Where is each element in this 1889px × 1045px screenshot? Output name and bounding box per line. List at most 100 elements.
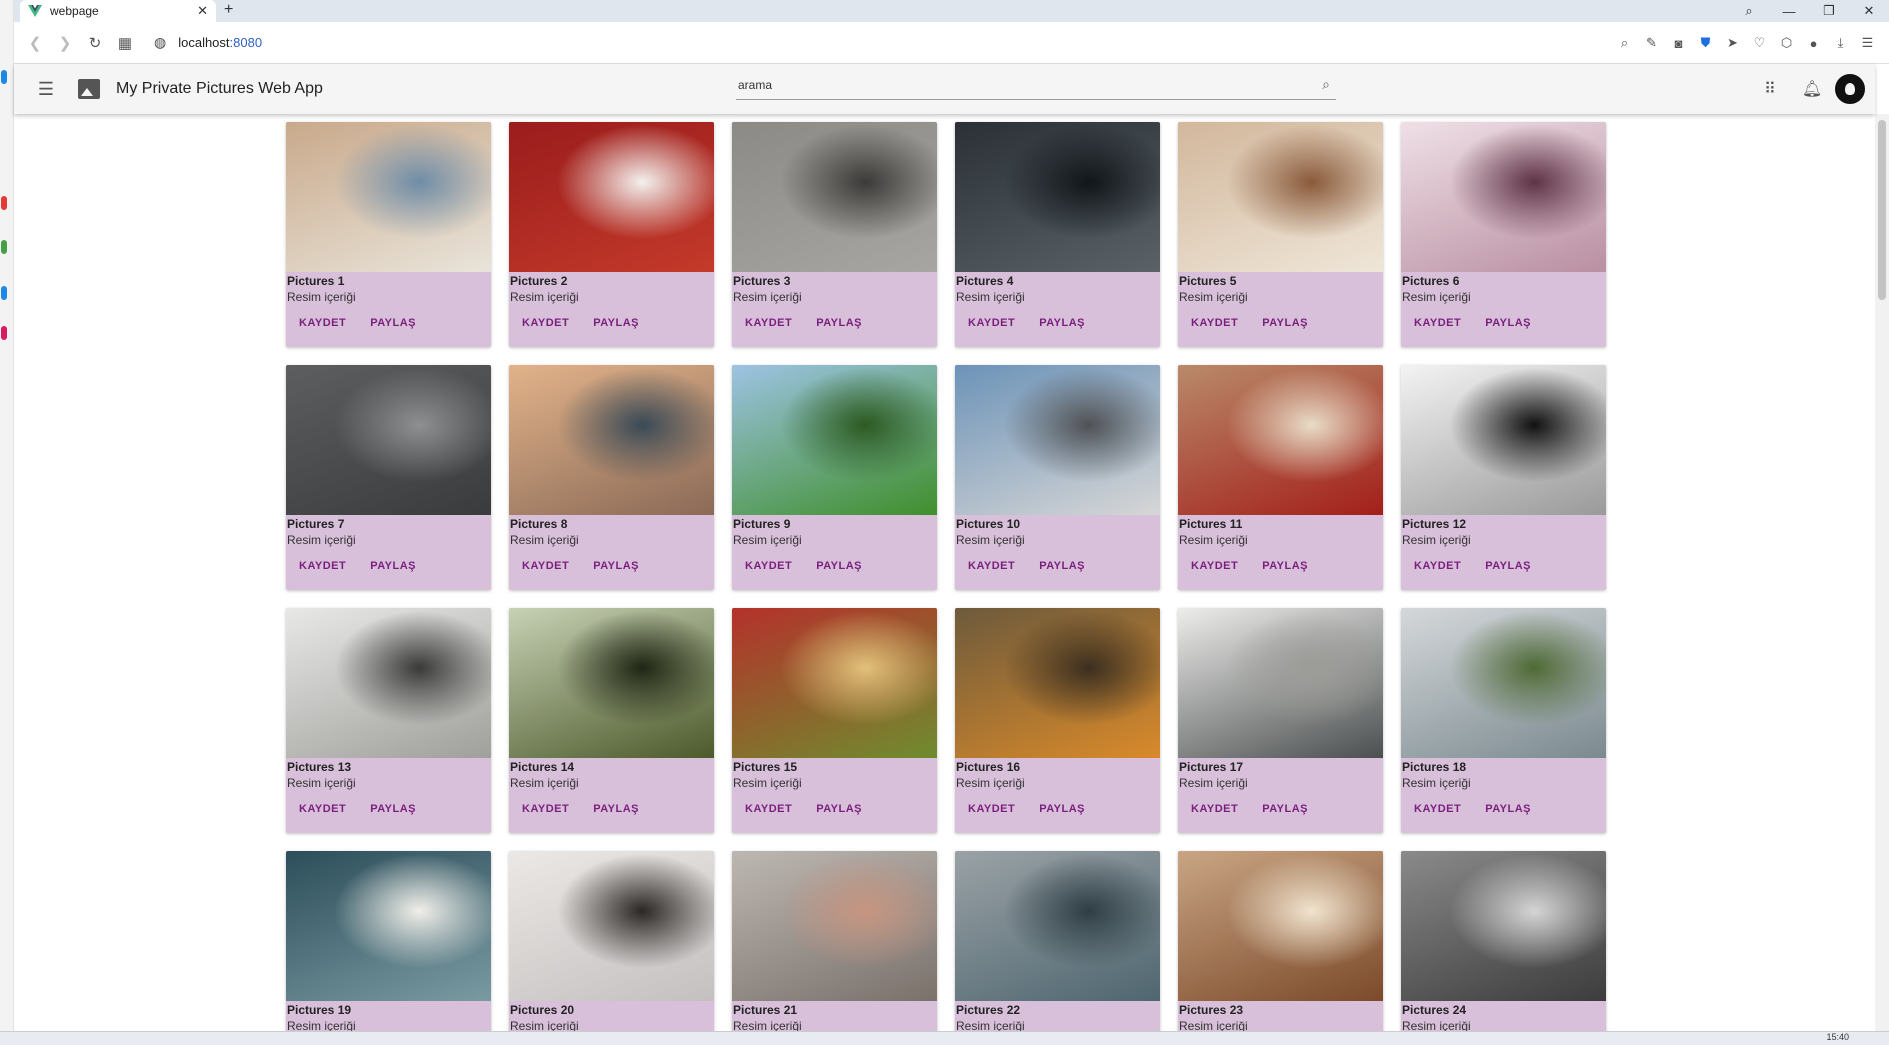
notification-bell-icon[interactable]: 🔔︎ xyxy=(1791,79,1833,99)
card-actions: KAYDET PAYLAŞ xyxy=(1178,550,1383,574)
save-button[interactable]: KAYDET xyxy=(1184,315,1245,331)
card-image[interactable] xyxy=(1401,608,1606,758)
card-image[interactable] xyxy=(955,122,1160,272)
save-button[interactable]: KAYDET xyxy=(961,801,1022,817)
card-image[interactable] xyxy=(286,608,491,758)
browser-menu-icon[interactable]: ☰ xyxy=(1854,35,1881,51)
card-image[interactable] xyxy=(732,365,937,515)
github-icon[interactable] xyxy=(1835,74,1865,104)
heart-icon[interactable]: ♡ xyxy=(1746,35,1773,51)
scrollbar-thumb[interactable] xyxy=(1878,120,1886,300)
card-image[interactable] xyxy=(1401,122,1606,272)
save-button[interactable]: KAYDET xyxy=(292,558,353,574)
close-window-icon[interactable]: ✕ xyxy=(1849,3,1889,19)
card-image[interactable] xyxy=(955,851,1160,1001)
new-tab-icon[interactable]: + xyxy=(224,1,233,19)
save-button[interactable]: KAYDET xyxy=(738,315,799,331)
card-image[interactable] xyxy=(509,608,714,758)
card-subtitle: Resim içeriği xyxy=(287,533,356,547)
card-image[interactable] xyxy=(1178,608,1383,758)
profile-icon[interactable]: ● xyxy=(1800,36,1827,51)
save-button[interactable]: KAYDET xyxy=(738,801,799,817)
card-image[interactable] xyxy=(286,365,491,515)
send-icon[interactable]: ➤ xyxy=(1719,35,1746,51)
share-button[interactable]: PAYLAŞ xyxy=(1478,801,1538,817)
back-icon[interactable]: ❮ xyxy=(20,34,50,52)
share-button[interactable]: PAYLAŞ xyxy=(586,801,646,817)
share-button[interactable]: PAYLAŞ xyxy=(363,315,423,331)
picture-card: Pictures 18 Resim içeriği KAYDET PAYLAŞ xyxy=(1401,608,1606,833)
save-button[interactable]: KAYDET xyxy=(1407,315,1468,331)
share-button[interactable]: PAYLAŞ xyxy=(1032,558,1092,574)
share-button[interactable]: PAYLAŞ xyxy=(1255,315,1315,331)
share-button[interactable]: PAYLAŞ xyxy=(363,801,423,817)
hamburger-menu-icon[interactable]: ☰ xyxy=(28,79,64,100)
save-button[interactable]: KAYDET xyxy=(515,801,576,817)
card-image[interactable] xyxy=(732,122,937,272)
card-image[interactable] xyxy=(286,122,491,272)
share-button[interactable]: PAYLAŞ xyxy=(586,558,646,574)
app-bar-actions: ⠿ 🔔︎ xyxy=(1749,64,1865,114)
share-button[interactable]: PAYLAŞ xyxy=(809,801,869,817)
zoom-icon[interactable]: ⌕ xyxy=(1611,35,1638,51)
card-image[interactable] xyxy=(509,122,714,272)
app-icon[interactable] xyxy=(1,240,7,254)
minimize-icon[interactable]: — xyxy=(1769,4,1809,19)
url-field[interactable]: ◍ localhost:8080 xyxy=(154,34,262,51)
save-button[interactable]: KAYDET xyxy=(1184,801,1245,817)
card-image[interactable] xyxy=(509,851,714,1001)
search-tabs-icon[interactable]: ⌕ xyxy=(1729,3,1769,19)
share-button[interactable]: PAYLAŞ xyxy=(809,558,869,574)
card-image[interactable] xyxy=(732,608,937,758)
apps-grid-icon[interactable]: ⠿ xyxy=(1749,79,1791,99)
save-button[interactable]: KAYDET xyxy=(515,558,576,574)
forward-icon[interactable]: ❯ xyxy=(50,34,80,52)
card-image[interactable] xyxy=(1178,851,1383,1001)
search-field[interactable]: ⌕ xyxy=(736,72,1336,100)
card-image[interactable] xyxy=(1401,365,1606,515)
save-button[interactable]: KAYDET xyxy=(1184,558,1245,574)
share-button[interactable]: PAYLAŞ xyxy=(1255,801,1315,817)
card-image[interactable] xyxy=(732,851,937,1001)
scrollbar[interactable] xyxy=(1875,114,1889,1031)
card-image[interactable] xyxy=(1401,851,1606,1001)
edit-icon[interactable]: ✎ xyxy=(1638,35,1665,51)
share-button[interactable]: PAYLAŞ xyxy=(1478,315,1538,331)
camera-icon[interactable]: ◙ xyxy=(1665,36,1692,51)
save-button[interactable]: KAYDET xyxy=(961,558,1022,574)
save-button[interactable]: KAYDET xyxy=(961,315,1022,331)
app-icon[interactable] xyxy=(1,286,7,300)
share-button[interactable]: PAYLAŞ xyxy=(1032,315,1092,331)
save-button[interactable]: KAYDET xyxy=(1407,801,1468,817)
app-icon[interactable] xyxy=(1,70,7,84)
save-button[interactable]: KAYDET xyxy=(292,315,353,331)
save-button[interactable]: KAYDET xyxy=(292,801,353,817)
shield-icon[interactable]: ⛊ xyxy=(1692,35,1719,51)
save-button[interactable]: KAYDET xyxy=(1407,558,1468,574)
share-button[interactable]: PAYLAŞ xyxy=(1255,558,1315,574)
browser-tab[interactable]: webpage ✕ xyxy=(20,0,216,22)
save-button[interactable]: KAYDET xyxy=(738,558,799,574)
close-tab-icon[interactable]: ✕ xyxy=(197,3,208,19)
search-icon[interactable]: ⌕ xyxy=(1322,76,1330,93)
restore-icon[interactable]: ❐ xyxy=(1809,3,1849,19)
share-button[interactable]: PAYLAŞ xyxy=(809,315,869,331)
share-button[interactable]: PAYLAŞ xyxy=(1032,801,1092,817)
card-image[interactable] xyxy=(1178,122,1383,272)
card-image[interactable] xyxy=(955,608,1160,758)
download-icon[interactable]: ⤓ xyxy=(1827,35,1854,51)
card-image[interactable] xyxy=(286,851,491,1001)
app-icon[interactable] xyxy=(1,326,7,340)
card-image[interactable] xyxy=(1178,365,1383,515)
share-button[interactable]: PAYLAŞ xyxy=(586,315,646,331)
cube-icon[interactable]: ⬡ xyxy=(1773,35,1800,51)
save-button[interactable]: KAYDET xyxy=(515,315,576,331)
tabs-grid-icon[interactable]: ▦ xyxy=(110,34,140,52)
search-input[interactable] xyxy=(736,72,1296,98)
card-image[interactable] xyxy=(955,365,1160,515)
card-image[interactable] xyxy=(509,365,714,515)
share-button[interactable]: PAYLAŞ xyxy=(1478,558,1538,574)
share-button[interactable]: PAYLAŞ xyxy=(363,558,423,574)
app-icon[interactable] xyxy=(1,196,7,210)
reload-icon[interactable]: ↻ xyxy=(80,34,110,52)
